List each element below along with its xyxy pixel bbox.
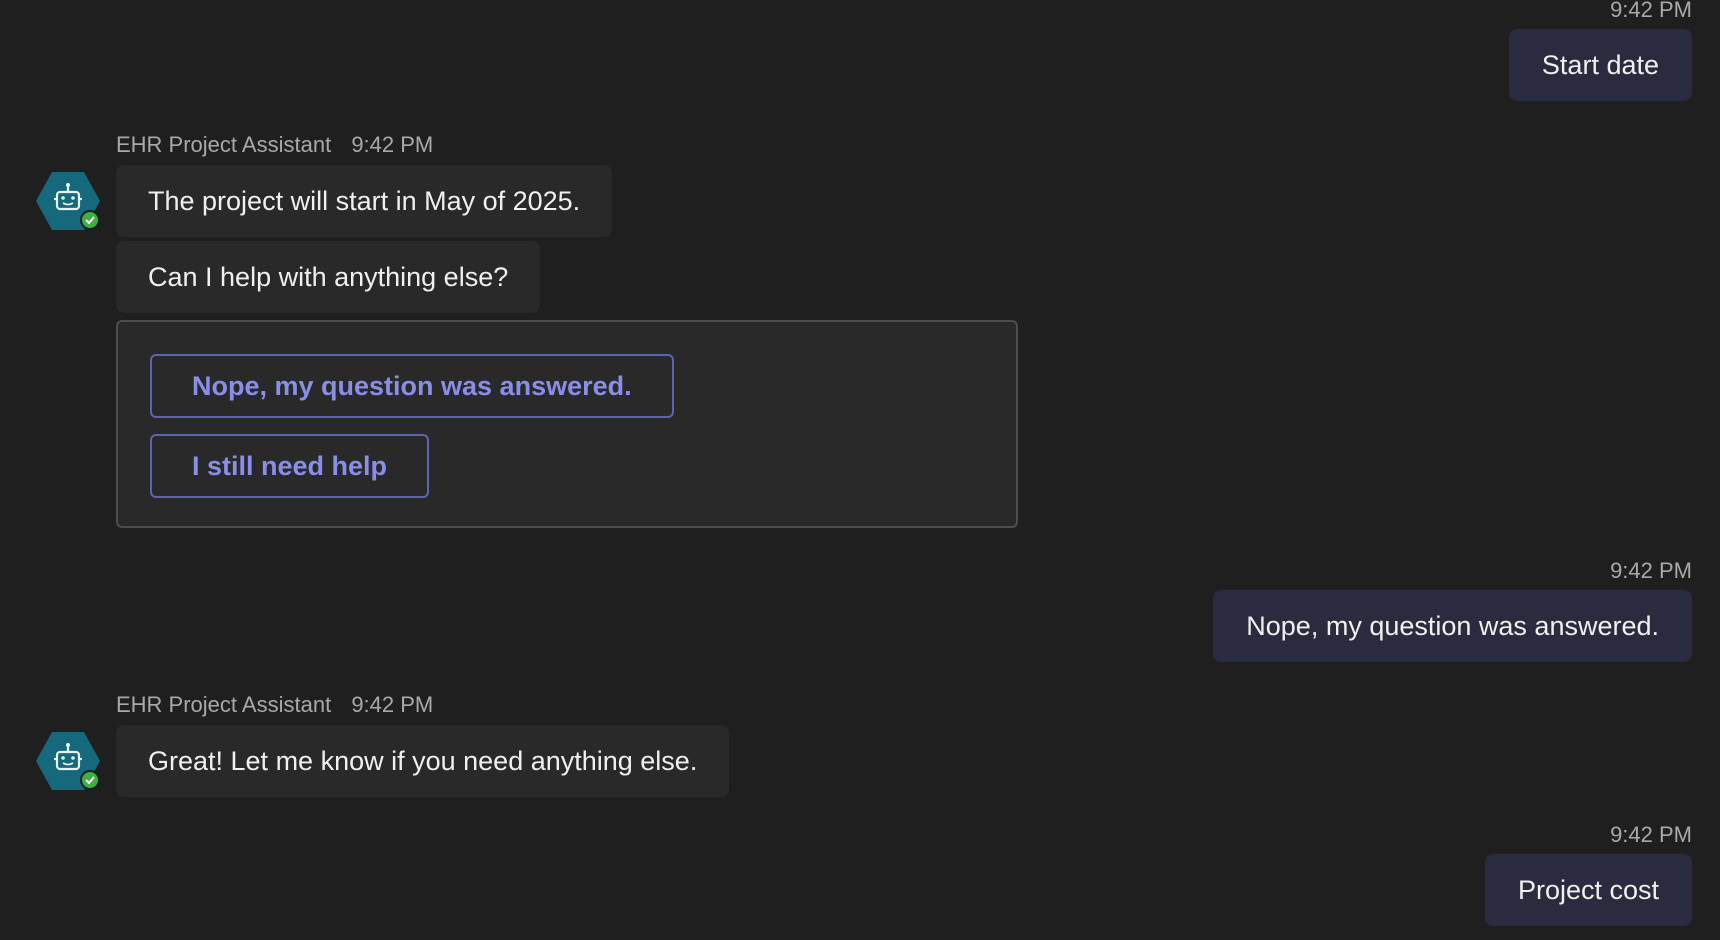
message-bubble[interactable]: Great! Let me know if you need anything … — [116, 725, 730, 797]
message-timestamp: 9:42 PM — [1610, 822, 1692, 847]
check-circle-icon — [80, 770, 100, 790]
check-circle-icon — [80, 210, 100, 230]
message-bubble[interactable]: Can I help with anything else? — [116, 241, 541, 313]
outgoing-message: 9:42 PM Start date — [1508, 0, 1692, 101]
need-help-button[interactable]: I still need help — [150, 434, 430, 498]
message-timestamp: 9:42 PM — [351, 692, 434, 717]
message-bubble[interactable]: Nope, my question was answered. — [1213, 590, 1692, 662]
message-timestamp: 9:42 PM — [351, 132, 434, 157]
bot-icon — [36, 172, 100, 230]
message-bubble[interactable]: Project cost — [1484, 854, 1692, 926]
outgoing-message: 9:42 PM Nope, my question was answered. — [1213, 558, 1692, 662]
message-meta: EHR Project Assistant 9:42 PM — [116, 132, 433, 158]
suggested-actions-card: Nope, my question was answered. I still … — [116, 320, 1018, 528]
outgoing-message: 9:42 PM Project cost — [1484, 822, 1692, 926]
message-bubble[interactable]: The project will start in May of 2025. — [116, 165, 613, 237]
chat-thread: 9:42 PM Start date EHR Project Assistant… — [0, 0, 1720, 940]
sender-name: EHR Project Assistant — [116, 692, 332, 717]
message-timestamp: 9:42 PM — [1610, 0, 1692, 22]
answered-button[interactable]: Nope, my question was answered. — [150, 354, 674, 418]
sender-name: EHR Project Assistant — [116, 132, 332, 157]
message-meta: EHR Project Assistant 9:42 PM — [116, 692, 433, 718]
bot-icon — [36, 732, 100, 790]
message-timestamp: 9:42 PM — [1610, 558, 1692, 583]
bot-avatar[interactable] — [36, 732, 100, 790]
bot-avatar[interactable] — [36, 172, 100, 230]
message-bubble[interactable]: Start date — [1508, 29, 1692, 101]
